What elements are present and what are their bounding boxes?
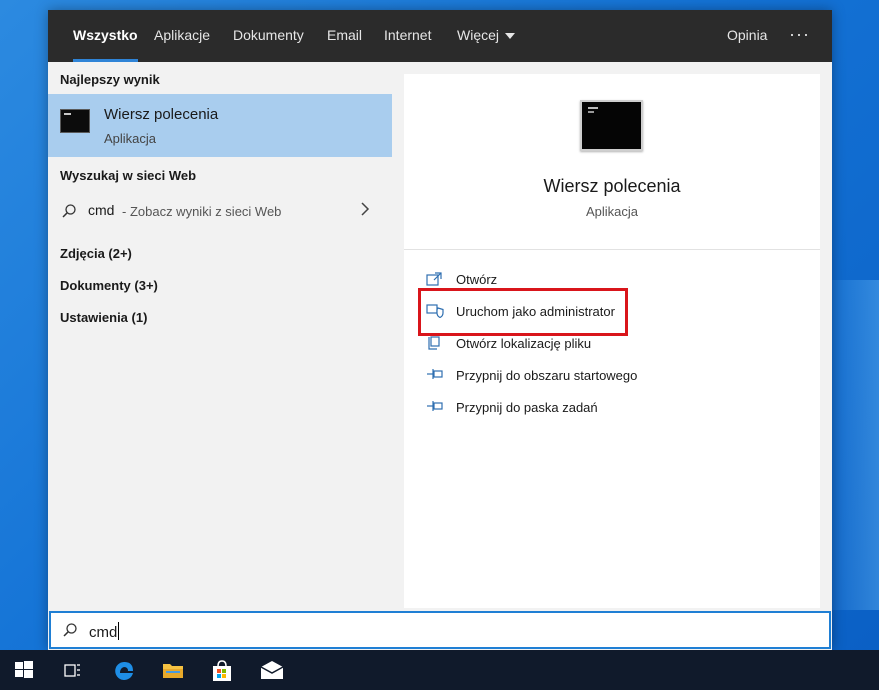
tab-more[interactable]: Więcej bbox=[457, 10, 516, 62]
category-settings[interactable]: Ustawienia (1) bbox=[60, 310, 147, 325]
edge-taskbar-button[interactable] bbox=[99, 650, 147, 690]
divider bbox=[404, 249, 820, 250]
action-pin-to-start-label: Przypnij do obszaru startowego bbox=[456, 368, 638, 383]
search-icon bbox=[62, 204, 76, 218]
store-taskbar-button[interactable] bbox=[197, 650, 245, 690]
best-match-item[interactable]: Wiersz polecenia Aplikacja bbox=[48, 94, 392, 157]
search-input-value: cmd bbox=[89, 624, 118, 641]
tab-documents[interactable]: Dokumenty bbox=[233, 10, 304, 62]
tab-apps[interactable]: Aplikacje bbox=[154, 10, 210, 62]
best-match-heading: Najlepszy wynik bbox=[60, 72, 160, 87]
chevron-right-icon[interactable] bbox=[358, 202, 372, 216]
file-explorer-taskbar-button[interactable] bbox=[148, 650, 196, 690]
taskbar bbox=[0, 650, 879, 690]
edge-browser-icon bbox=[115, 662, 133, 680]
category-documents[interactable]: Dokumenty (3+) bbox=[60, 278, 158, 293]
search-filter-bar: Wszystko Aplikacje Dokumenty Email Inter… bbox=[48, 10, 832, 62]
task-view-button[interactable] bbox=[48, 650, 96, 690]
web-search-heading: Wyszukaj w sieci Web bbox=[60, 168, 197, 183]
mail-taskbar-button[interactable] bbox=[246, 650, 294, 690]
shield-icon bbox=[426, 304, 444, 318]
details-app-type: Aplikacja bbox=[585, 204, 639, 219]
pin-icon bbox=[427, 369, 443, 379]
windows-start-icon bbox=[15, 661, 33, 678]
file-explorer-icon bbox=[163, 664, 183, 678]
search-panel: Wszystko Aplikacje Dokumenty Email Inter… bbox=[48, 10, 832, 650]
best-match-type: Aplikacja bbox=[104, 131, 157, 146]
tab-web[interactable]: Internet bbox=[384, 10, 431, 62]
command-prompt-icon bbox=[580, 100, 643, 151]
store-icon bbox=[213, 660, 231, 681]
action-pin-to-taskbar-label: Przypnij do paska zadań bbox=[456, 400, 598, 415]
more-options-button[interactable]: ··· bbox=[789, 10, 810, 62]
text-cursor bbox=[118, 622, 120, 640]
action-run-as-admin-label: Uruchom jako administrator bbox=[456, 304, 615, 319]
search-box[interactable]: cmd bbox=[49, 611, 831, 649]
category-photos[interactable]: Zdjęcia (2+) bbox=[60, 246, 132, 261]
tab-email[interactable]: Email bbox=[327, 10, 362, 62]
mail-icon bbox=[260, 661, 284, 679]
open-icon bbox=[426, 272, 442, 286]
details-pane: Wiersz polecenia Aplikacja Otwórz Urucho… bbox=[404, 74, 820, 608]
start-button[interactable] bbox=[0, 650, 48, 690]
pin-icon bbox=[427, 401, 443, 411]
chevron-down-icon bbox=[505, 33, 516, 40]
web-query-text: cmd bbox=[88, 202, 115, 218]
web-search-result[interactable]: cmd - Zobacz wyniki z sieci Web bbox=[48, 198, 392, 230]
action-open-file-location-label: Otwórz lokalizację pliku bbox=[456, 336, 592, 351]
file-location-icon bbox=[428, 336, 440, 350]
task-view-icon bbox=[64, 664, 80, 677]
feedback-button[interactable]: Opinia bbox=[727, 10, 767, 62]
details-app-name: Wiersz polecenia bbox=[543, 176, 681, 196]
search-icon bbox=[63, 623, 77, 637]
action-open-label: Otwórz bbox=[456, 272, 498, 287]
search-input[interactable]: cmd bbox=[89, 622, 120, 641]
command-prompt-icon bbox=[60, 109, 90, 133]
tab-more-label: Więcej bbox=[457, 27, 500, 43]
tab-all[interactable]: Wszystko bbox=[73, 10, 138, 62]
best-match-name: Wiersz polecenia bbox=[104, 106, 219, 123]
results-list: Najlepszy wynik Wiersz polecenia Aplikac… bbox=[48, 62, 392, 612]
web-result-subtitle: - Zobacz wyniki z sieci Web bbox=[122, 204, 282, 219]
